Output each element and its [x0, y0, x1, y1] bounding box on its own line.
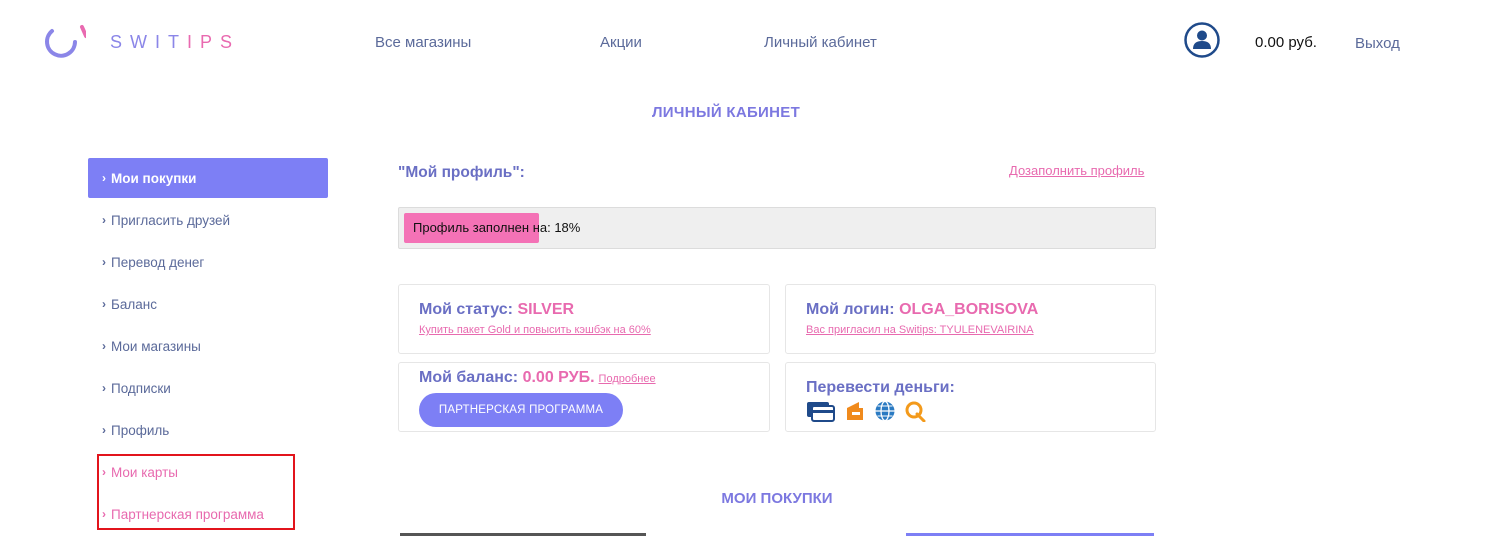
nav-promotions[interactable]: Акции [600, 34, 642, 51]
switips-logo[interactable]: SWITIPS [42, 22, 252, 62]
balance-title: Мой баланс: 0.00 РУБ. Подробнее [419, 369, 656, 386]
login-title: Мой логин: OLGA_BORISOVA [806, 301, 1039, 318]
user-avatar-icon[interactable] [1184, 22, 1220, 58]
chevron-right-icon: › [102, 213, 106, 227]
logo-icon [42, 22, 88, 62]
sidebar-item-my-purchases[interactable]: › Мои покупки [88, 158, 328, 198]
chevron-right-icon: › [102, 255, 106, 269]
payment-methods [806, 400, 926, 423]
login-value: OLGA_BORISOVA [899, 301, 1039, 318]
status-card: Мой статус: SILVER Купить пакет Gold и п… [398, 284, 770, 354]
chevron-right-icon: › [102, 171, 106, 185]
yandex-money-icon[interactable] [844, 400, 866, 422]
buy-gold-link[interactable]: Купить пакет Gold и повысить кэшбэк на 6… [419, 324, 651, 336]
qiwi-icon[interactable] [904, 400, 926, 423]
webmoney-icon[interactable] [874, 400, 896, 422]
profile-progress-bar: Профиль заполнен на: 18% [398, 207, 1156, 249]
transfer-title: Перевести деньги: [806, 379, 955, 396]
chevron-right-icon: › [102, 381, 106, 395]
nav-all-stores[interactable]: Все магазины [375, 34, 471, 51]
nav-personal-account[interactable]: Личный кабинет [764, 34, 877, 51]
balance-card: Мой баланс: 0.00 РУБ. Подробнее ПАРТНЕРСК… [398, 362, 770, 432]
sidebar-item-subscriptions[interactable]: › Подписки [88, 368, 328, 408]
invited-by-link[interactable]: Вас пригласил на Switips: TYULENEVAIRINA [806, 324, 1034, 336]
sidebar-item-my-stores[interactable]: › Мои магазины [88, 326, 328, 366]
transfer-card: Перевести деньги: [785, 362, 1156, 432]
partner-program-button[interactable]: ПАРТНЕРСКАЯ ПРОГРАММА [419, 393, 623, 427]
header-balance: 0.00 руб. [1255, 34, 1317, 51]
progress-text: Профиль заполнен на: 18% [413, 220, 581, 235]
sidebar-item-invite-friends[interactable]: › Пригласить друзей [88, 200, 328, 240]
chevron-right-icon: › [102, 423, 106, 437]
balance-value: 0.00 РУБ. [522, 369, 595, 386]
bank-card-icon[interactable] [806, 400, 835, 422]
logout-link[interactable]: Выход [1355, 35, 1400, 52]
highlight-box [97, 454, 295, 530]
logo-wordmark: SWITIPS [110, 31, 241, 52]
balance-details-link[interactable]: Подробнее [599, 373, 656, 385]
status-value: SILVER [517, 301, 575, 318]
sidebar-item-balance[interactable]: › Баланс [88, 284, 328, 324]
status-title: Мой статус: SILVER [419, 301, 575, 318]
purchases-section-title: МОИ ПОКУПКИ [721, 490, 833, 507]
complete-profile-link[interactable]: Дозаполнить профиль [1009, 163, 1144, 178]
sidebar-item-profile[interactable]: › Профиль [88, 410, 328, 450]
page-title: ЛИЧНЫЙ КАБИНЕТ [651, 104, 801, 121]
profile-label: "Мой профиль": [398, 164, 525, 181]
chevron-right-icon: › [102, 339, 106, 353]
chevron-right-icon: › [102, 297, 106, 311]
login-card: Мой логин: OLGA_BORISOVA Вас пригласил н… [785, 284, 1156, 354]
sidebar-item-money-transfer[interactable]: › Перевод денег [88, 242, 328, 282]
